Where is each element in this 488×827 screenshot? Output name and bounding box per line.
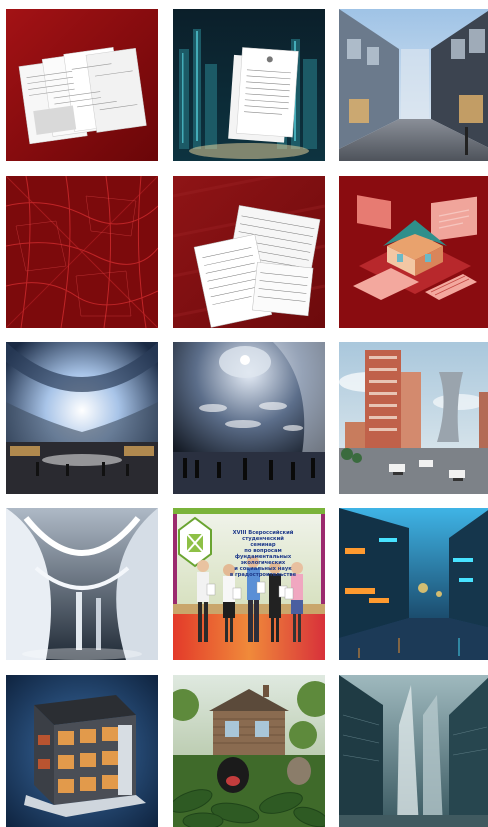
image-tile-house-cucumbers[interactable] xyxy=(173,675,325,827)
image-tile-shopping-street[interactable] xyxy=(339,9,488,161)
image-tile-red-map[interactable] xyxy=(6,176,158,328)
cutaway-building-image xyxy=(6,675,158,827)
image-tile-documents-red[interactable] xyxy=(6,9,158,161)
banner-line: в градостроительстве xyxy=(229,572,297,578)
image-tile-isometric-house[interactable] xyxy=(339,176,488,328)
teal-skyscrapers-image xyxy=(339,675,488,827)
isometric-house-image xyxy=(339,176,488,328)
city-towers-image xyxy=(339,342,488,494)
seminar-banner-text: XVIII Всероссийский студенческий семинар… xyxy=(217,530,309,578)
image-tile-city-towers[interactable] xyxy=(339,342,488,494)
banner-line: XVIII Всероссийский студенческий xyxy=(232,530,294,542)
image-tile-white-atrium[interactable] xyxy=(6,508,158,660)
shopping-street-image xyxy=(339,9,488,161)
white-atrium-image xyxy=(6,508,158,660)
image-tile-teal-skyscrapers[interactable] xyxy=(339,675,488,827)
red-city-map-image xyxy=(6,176,158,328)
documents-red-2-image xyxy=(173,176,325,328)
futuristic-hall-image xyxy=(173,342,325,494)
document-city-night-image xyxy=(173,9,325,161)
image-tile-futuristic-hall[interactable] xyxy=(173,342,325,494)
banner-line: по вопросам фундаментальных xyxy=(234,548,292,560)
image-tile-neon-street[interactable] xyxy=(339,508,488,660)
futuristic-mall-image xyxy=(6,342,158,494)
image-tile-futuristic-mall[interactable] xyxy=(6,342,158,494)
image-tile-cutaway-building[interactable] xyxy=(6,675,158,827)
image-tile-seminar-photo[interactable]: XVIII Всероссийский студенческий семинар… xyxy=(173,508,325,660)
documents-red-image xyxy=(6,9,158,161)
image-tile-document-city-night[interactable] xyxy=(173,9,325,161)
image-grid: XVIII Всероссийский студенческий семинар… xyxy=(0,0,488,827)
neon-street-image xyxy=(339,508,488,660)
house-cucumbers-dog-image xyxy=(173,675,325,827)
image-tile-documents-red-2[interactable] xyxy=(173,176,325,328)
